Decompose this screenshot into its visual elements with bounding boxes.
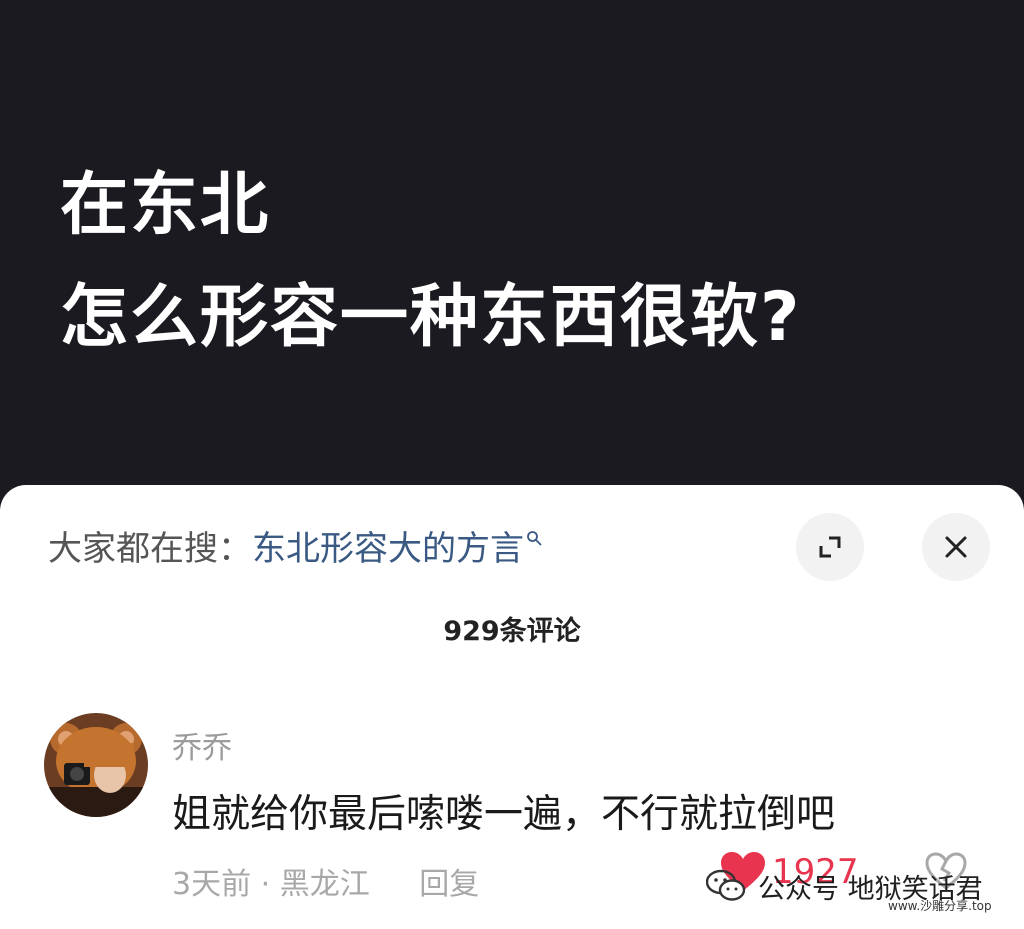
- search-icon: [527, 531, 542, 546]
- watermark-prefix: 公众号: [758, 874, 839, 905]
- video-area[interactable]: 在东北 怎么形容一种东西很软?: [0, 0, 1024, 520]
- watermark-url: www.沙雕分享.top: [888, 899, 992, 913]
- close-button[interactable]: [922, 513, 990, 581]
- comment-time: 3天前: [172, 867, 252, 902]
- comments-sheet: 大家都在搜：东北形容大的方言 929条评论 乔乔 姐就给你最后嗦喽一遍，不行就拉…: [0, 485, 1024, 929]
- search-suggestion-query[interactable]: 东北形容大的方言: [252, 529, 524, 569]
- wechat-icon: [706, 869, 746, 901]
- search-suggestion[interactable]: 大家都在搜：东北形容大的方言: [48, 529, 542, 569]
- expand-icon: [819, 536, 841, 558]
- video-title-line2: 怎么形容一种东西很软?: [60, 278, 802, 357]
- reply-button[interactable]: 回复: [419, 867, 479, 902]
- comment-username[interactable]: 乔乔: [172, 723, 232, 767]
- comment-meta: 3天前 · 黑龙江 回复: [172, 859, 479, 903]
- comment-count: 929条评论: [443, 616, 581, 647]
- avatar-image: [44, 713, 148, 817]
- comment-location: 黑龙江: [279, 867, 370, 902]
- video-title: 在东北 怎么形容一种东西很软?: [60, 150, 801, 374]
- video-title-line1: 在东北: [60, 166, 271, 245]
- avatar[interactable]: [44, 713, 148, 817]
- comment-text: 姐就给你最后嗦喽一遍，不行就拉倒吧: [172, 792, 836, 837]
- search-suggestion-prefix: 大家都在搜：: [48, 529, 252, 569]
- meta-separator: ·: [260, 867, 271, 902]
- close-icon: [945, 536, 967, 558]
- watermark: 公众号 地狱笑话君 www.沙雕分享.top: [706, 865, 1006, 921]
- expand-button[interactable]: [796, 513, 864, 581]
